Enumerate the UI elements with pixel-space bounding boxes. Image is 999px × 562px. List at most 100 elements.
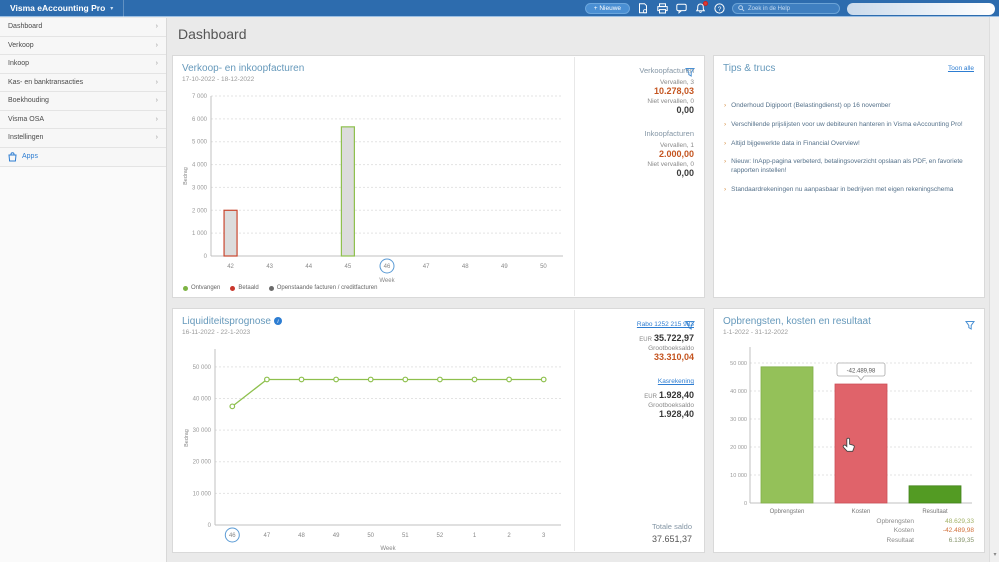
liquidity-point-week-48[interactable] (298, 376, 305, 383)
sidebar-item-label: Visma OSA (8, 115, 45, 123)
app-title[interactable]: Visma eAccounting Pro (10, 3, 105, 13)
svg-text:10 000: 10 000 (730, 473, 747, 479)
document-icon[interactable] (637, 3, 649, 15)
stats-header: Inkoopfacturen (644, 129, 694, 138)
account-amount: EUR 35.722,97 (639, 333, 694, 343)
svg-text:5 000: 5 000 (192, 140, 208, 146)
liquidity-title-text[interactable]: Liquiditeitsprognose (182, 316, 271, 327)
help-search-input[interactable]: Zoek in de Help (732, 3, 840, 14)
svg-text:50 000: 50 000 (730, 361, 747, 367)
summary-value: 6.139,35 (948, 536, 974, 544)
chevron-right-icon: › (155, 97, 158, 105)
tip-link[interactable]: › Nieuw: InApp-pagina verbeterd, betaling… (724, 158, 974, 176)
legend-item: Openstaande facturen / creditfacturen (268, 285, 377, 291)
total-balance-value: 37.651,37 (651, 534, 692, 544)
chat-icon[interactable] (675, 3, 687, 15)
scrollbar-down-arrow[interactable]: ▾ (991, 551, 999, 560)
result-bar-resultaat[interactable] (908, 485, 962, 504)
svg-text:0: 0 (744, 501, 747, 507)
apps-bag-icon (8, 151, 17, 161)
sidebar-item-instellingen[interactable]: Instellingen › (0, 129, 166, 148)
sidebar-item-dashboard[interactable]: Dashboard › (0, 18, 166, 37)
tips-panel-title: Tips & trucs (723, 63, 776, 74)
result-panel-title: Opbrengsten, kosten en resultaat (723, 316, 871, 327)
stats-row-label: Vervallen, 3 (660, 79, 694, 86)
total-balance-label: Totale saldo (651, 522, 692, 531)
svg-text:45: 45 (345, 264, 352, 270)
tip-link[interactable]: › Altijd bijgewerkte data in Financial Ov… (724, 140, 974, 149)
chevron-down-icon[interactable]: ▾ (110, 5, 113, 12)
sidebar-item-inkoop[interactable]: Inkoop › (0, 55, 166, 74)
filter-icon[interactable] (965, 317, 975, 335)
svg-text:Bedrag: Bedrag (184, 429, 190, 447)
ledger-balance-value: 33.310,04 (653, 352, 694, 362)
invoice-bar-week-45[interactable] (340, 126, 355, 257)
bank-account-link[interactable]: Kasrekening (581, 378, 694, 385)
summary-row: Kosten -42.489,98 (876, 526, 974, 535)
nieuwe-button[interactable]: + Nieuwe (584, 3, 630, 14)
liquidity-point-week-46[interactable] (229, 403, 236, 410)
tip-link[interactable]: › Onderhoud Digipoort (Belastingdienst) o… (724, 102, 974, 111)
liquidity-point-week-2[interactable] (506, 376, 513, 383)
svg-text:40 000: 40 000 (730, 389, 747, 395)
svg-text:2: 2 (507, 533, 511, 539)
sidebar-item-verkoop[interactable]: Verkoop › (0, 36, 166, 55)
liquidity-point-week-51[interactable] (402, 376, 409, 383)
sales-panel-title[interactable]: Verkoop- en inkoopfacturen (182, 63, 304, 74)
ledger-balance-label: Grootboeksaldo (648, 345, 694, 352)
svg-text:42: 42 (227, 264, 234, 270)
liquidity-point-week-49[interactable] (333, 376, 340, 383)
chart-tooltip: -42.489,98 (836, 362, 886, 381)
liquidity-point-week-50[interactable] (367, 376, 374, 383)
liquidity-panel-daterange: 16-11-2022 - 22-1-2023 (182, 329, 251, 336)
printer-icon[interactable] (656, 3, 668, 15)
ledger-balance-label: Grootboeksaldo (648, 402, 694, 409)
chevron-right-icon: › (724, 185, 727, 193)
liquidity-panel: Liquiditeitsprognose i 16-11-2022 - 22-1… (172, 308, 705, 553)
invoice-stats-column: Verkoopfacturen Vervallen, 3 10.278,03 Niet… (575, 56, 706, 297)
sidebar-item-label: Verkoop (8, 41, 34, 49)
sidebar-item-label: Kas- en banktransacties (8, 78, 84, 86)
bell-icon[interactable] (694, 0, 708, 15)
liquidity-point-week-3[interactable] (540, 376, 547, 383)
bank-account-link[interactable]: Rabo 1252 215 983 (581, 321, 694, 328)
tips-list: › Onderhoud Digipoort (Belastingdienst) o… (724, 102, 974, 205)
tip-link[interactable]: › Verschillende prijslijsten voor uw debi… (724, 121, 974, 130)
liquidity-point-week-1[interactable] (471, 376, 478, 383)
result-bar-kosten[interactable] (834, 383, 888, 504)
liquidity-panel-title: Liquiditeitsprognose i (182, 316, 282, 327)
currency-label: EUR (644, 394, 657, 400)
help-icon[interactable]: ? (713, 3, 725, 15)
info-icon[interactable]: i (273, 317, 282, 325)
result-bar-opbrengsten[interactable] (760, 366, 814, 504)
svg-text:6 000: 6 000 (192, 117, 208, 123)
stats-row-value: 10.278,03 (653, 86, 694, 96)
show-all-link[interactable]: Toon alle (948, 65, 974, 72)
summary-row: Resultaat 6.139,35 (876, 536, 974, 545)
svg-text:20 000: 20 000 (193, 460, 212, 466)
sidebar-item-visma-osa[interactable]: Visma OSA › (0, 110, 166, 129)
liquidity-point-week-52[interactable] (437, 376, 443, 383)
invoice-bar-week-42[interactable] (223, 209, 238, 257)
help-search-placeholder: Zoek in de Help (748, 5, 791, 12)
tip-link[interactable]: › Standaardrekeningen nu aanpasbaar in be… (724, 186, 974, 195)
page-title: Dashboard (178, 26, 247, 42)
sidebar-item-apps[interactable]: Apps (0, 147, 166, 167)
svg-text:49: 49 (333, 533, 340, 539)
stats-row-value: 0,00 (676, 105, 694, 115)
ledger-balance-value: 1.928,40 (658, 409, 694, 419)
svg-text:Bedrag: Bedrag (183, 167, 189, 185)
bank-accounts-column: Rabo 1252 215 983 EUR 35.722,97 Grootboeksa… (575, 309, 706, 552)
liquidity-point-week-47[interactable] (263, 376, 270, 383)
sidebar-item-label: Inkoop (8, 60, 30, 68)
legend-dot-icon (230, 285, 236, 291)
sidebar-item-boekhouding[interactable]: Boekhouding › (0, 92, 166, 111)
result-summary: Opbrengsten 48.629,33 Kosten -42.489,98 Resu… (876, 517, 974, 545)
svg-text:Week: Week (380, 546, 396, 551)
svg-text:44: 44 (305, 264, 312, 270)
legend-dot-icon (183, 285, 188, 291)
sidebar-item-kas-en-banktransacties[interactable]: Kas- en banktransacties › (0, 73, 166, 92)
vertical-scrollbar[interactable]: ▾ (989, 17, 999, 562)
